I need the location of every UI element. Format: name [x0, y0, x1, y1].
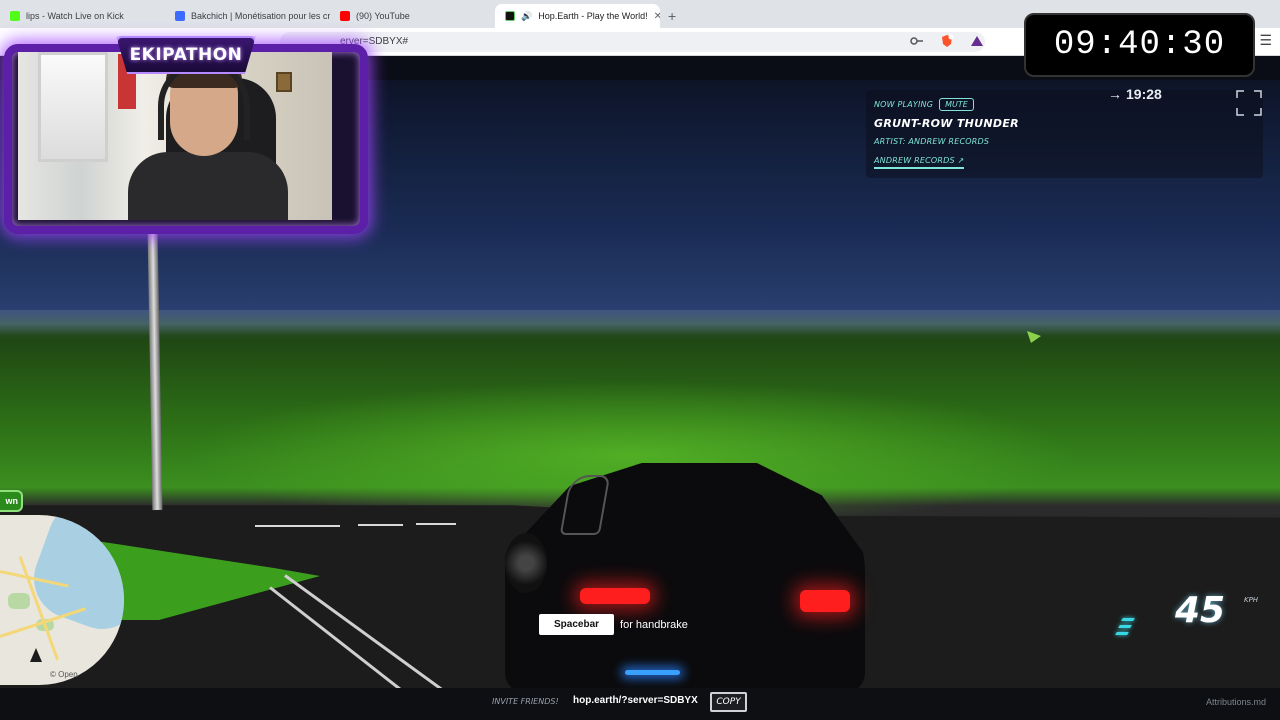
car-wheel: [505, 533, 547, 593]
screen: lips - Watch Live on Kick Bakchich | Mon…: [0, 0, 1280, 720]
speaker-icon: 🔊: [521, 10, 533, 21]
kick-favicon-icon: [10, 11, 20, 21]
new-tab-button[interactable]: +: [660, 8, 684, 28]
minimap-road: [0, 607, 87, 638]
bakchich-favicon-icon: [175, 11, 185, 21]
handbrake-hint: Spacebar for handbrake: [539, 614, 688, 635]
tail-light-right: [800, 590, 850, 612]
horizon: [0, 310, 1280, 340]
map-credit: © Open: [50, 670, 78, 679]
speed-gauge-icon: [1114, 618, 1135, 642]
brave-rewards-icon[interactable]: [970, 35, 984, 47]
kebab-menu-icon[interactable]: ☰: [1259, 32, 1272, 49]
fullscreen-icon[interactable]: [1236, 90, 1262, 116]
tab-youtube[interactable]: (90) YouTube: [330, 4, 495, 28]
speed-unit: KPH: [1244, 596, 1259, 604]
hop-earth-favicon-icon: [505, 11, 515, 21]
lane-marking: [255, 525, 340, 527]
tab-hop-earth[interactable]: 🔊 Hop.Earth - Play the World! ✕: [495, 4, 660, 28]
tab-label: (90) YouTube: [356, 11, 410, 21]
car-underglow: [625, 670, 680, 675]
brave-shield-icon[interactable]: [940, 34, 954, 48]
game-time: 19:28: [1126, 86, 1162, 102]
lamp-post: [147, 229, 163, 511]
stream-timer: 09:40:30: [1024, 13, 1255, 77]
webcam-overlay: EKIPATHON: [4, 36, 368, 236]
youtube-favicon-icon: [340, 11, 350, 21]
tab-label: Bakchich | Monétisation pour les créa: [191, 11, 330, 21]
distant-marker-icon: [1027, 331, 1041, 343]
player-car: [505, 463, 865, 688]
tab-kick[interactable]: lips - Watch Live on Kick: [0, 4, 165, 28]
minimap-park: [8, 593, 30, 609]
speed-value: 45: [1175, 590, 1226, 631]
address-actions: [910, 34, 984, 48]
spacebar-key: Spacebar: [539, 614, 615, 635]
tail-light-left: [580, 588, 650, 604]
car-body: [505, 463, 865, 688]
url-field[interactable]: erver=SDBYX#: [280, 32, 985, 52]
arrow-right-icon: →: [1108, 86, 1122, 102]
now-playing-row: NOW PLAYING MUTE: [874, 98, 974, 111]
attributions-link[interactable]: Attributions.md: [1206, 697, 1266, 707]
player-position-icon: [30, 648, 42, 662]
server-url[interactable]: hop.earth/?server=SDBYX: [573, 695, 698, 706]
tab-label: lips - Watch Live on Kick: [26, 11, 124, 21]
ekipathon-logo-text: EKIPATHON: [129, 45, 243, 65]
lane-marking: [358, 524, 403, 526]
now-playing-label: NOW PLAYING: [874, 100, 934, 109]
webcam-video: [18, 52, 332, 220]
tab-bakchich[interactable]: Bakchich | Monétisation pour les créa: [165, 4, 330, 28]
song-title: GRUNT-ROW THUNDER: [874, 117, 1019, 130]
zone-label: wn: [0, 490, 23, 512]
label-link[interactable]: ANDREW RECORDS ↗: [874, 156, 965, 169]
invite-label: INVITE FRIENDS!: [492, 697, 559, 706]
artist-name: ARTIST: ANDREW RECORDS: [874, 137, 990, 146]
copy-button[interactable]: COPY: [710, 692, 747, 712]
wall-picture: [276, 72, 292, 92]
hint-text: for handbrake: [620, 618, 688, 631]
streamer-shirt: [128, 152, 288, 220]
mute-button[interactable]: MUTE: [939, 98, 974, 111]
lane-marking: [416, 523, 456, 525]
game-clock: → 19:28: [1108, 86, 1162, 102]
room-window: [38, 52, 108, 162]
key-icon[interactable]: [910, 36, 924, 46]
ekipathon-badge: EKIPATHON: [116, 36, 256, 74]
tab-label: Hop.Earth - Play the World!: [538, 11, 648, 21]
